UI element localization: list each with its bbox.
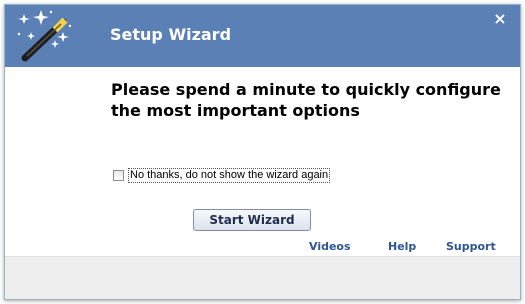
help-links: Videos Help Support [5,240,520,256]
headline-text: Please spend a minute to quickly configu… [111,80,501,120]
dialog-title: Setup Wizard [110,25,232,44]
help-link[interactable]: Help [388,240,416,253]
start-wizard-button[interactable]: Start Wizard [193,209,311,231]
magic-wand-icon [17,10,72,62]
close-icon[interactable]: × [490,9,510,29]
dialog-footer [5,256,520,299]
dont-show-checkbox[interactable] [113,169,124,181]
dialog-body: Please spend a minute to quickly configu… [5,67,520,257]
videos-link[interactable]: Videos [309,240,351,253]
dont-show-checkbox-label[interactable]: No thanks, do not show the wizard again [128,167,331,183]
dont-show-option[interactable]: No thanks, do not show the wizard again [113,167,331,183]
support-link[interactable]: Support [446,240,496,253]
setup-wizard-dialog: Setup Wizard × Please spend a minute to … [4,4,521,300]
title-bar: Setup Wizard × [5,5,520,67]
